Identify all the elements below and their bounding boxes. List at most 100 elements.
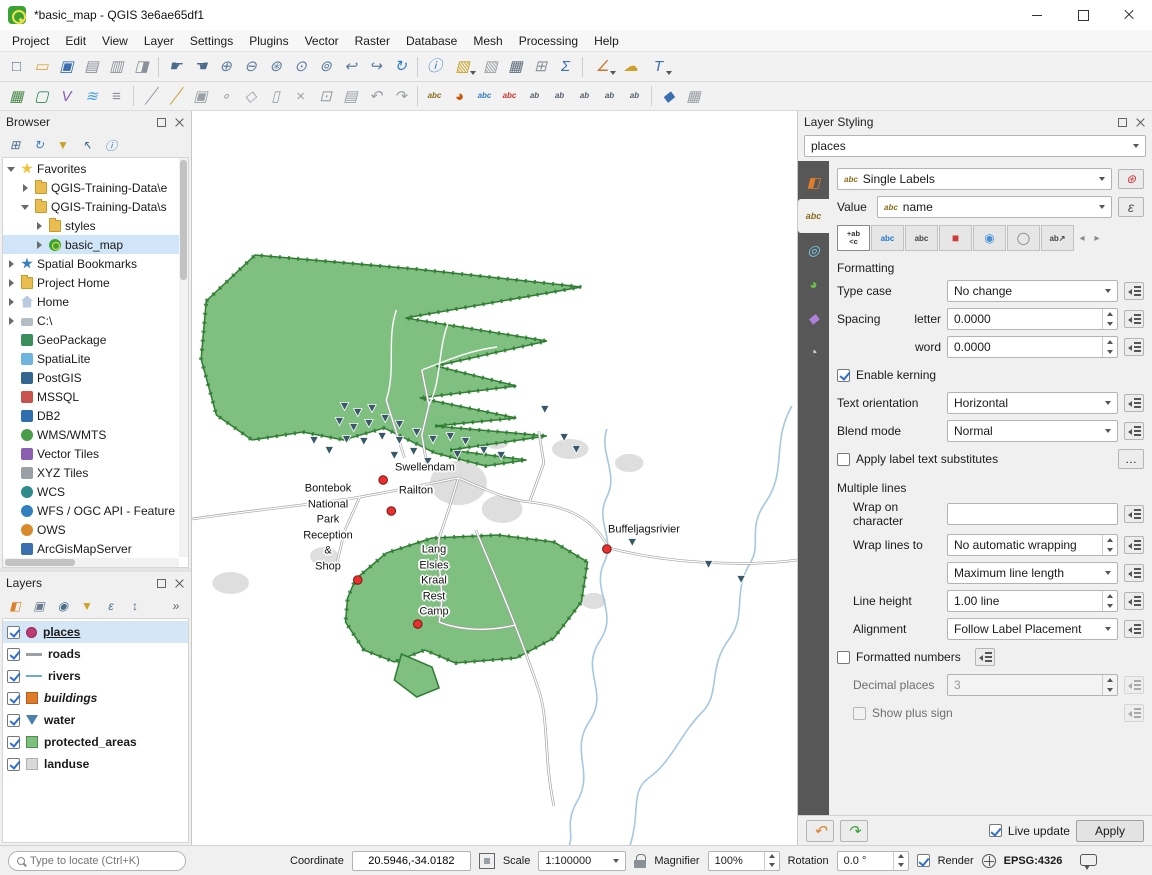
browser-item-ows[interactable]: OWS bbox=[3, 520, 188, 539]
zoom-next-button[interactable]: ↪ bbox=[363, 55, 388, 79]
browser-item-basic-map[interactable]: basic_map bbox=[3, 235, 188, 254]
close-panel-icon[interactable] bbox=[174, 117, 185, 128]
layer-visibility-checkbox[interactable] bbox=[7, 714, 20, 727]
data-defined-override-button[interactable] bbox=[1124, 394, 1144, 412]
layer-visibility-checkbox[interactable] bbox=[7, 758, 20, 771]
expander-icon[interactable] bbox=[7, 259, 17, 269]
delete-selected-button[interactable]: ▯ bbox=[263, 84, 288, 108]
expression-builder-button[interactable]: ε bbox=[1118, 197, 1144, 217]
redo-button[interactable]: ↷ bbox=[388, 84, 413, 108]
undock-panel-icon[interactable] bbox=[157, 118, 166, 127]
layer-labeling-options-button[interactable]: abc bbox=[422, 84, 447, 108]
browser-item-training-data-s[interactable]: QGIS-Training-Data\s bbox=[3, 197, 188, 216]
word-spacing-spinner[interactable]: 0.0000 bbox=[947, 336, 1118, 358]
data-defined-override-button[interactable] bbox=[1124, 620, 1144, 638]
formatted-numbers-checkbox[interactable] bbox=[837, 651, 850, 664]
callouts-tab[interactable]: ◯ bbox=[1007, 225, 1040, 251]
expander-icon[interactable] bbox=[21, 202, 31, 212]
identify-features-button[interactable]: ⓘ bbox=[422, 55, 447, 79]
tab-scroll-right-icon[interactable]: ▸ bbox=[1090, 225, 1104, 251]
layer-row-buildings[interactable]: buildings bbox=[3, 687, 188, 709]
shadow-tab[interactable]: ◉ bbox=[973, 225, 1006, 251]
deselect-features-button[interactable]: ▧ bbox=[478, 55, 503, 79]
styling-layer-selector[interactable]: places bbox=[804, 135, 1146, 157]
browser-item-spatial-bookmarks[interactable]: Spatial Bookmarks bbox=[3, 254, 188, 273]
browser-item-spatialite[interactable]: SpatiaLite bbox=[3, 349, 188, 368]
close-panel-icon[interactable] bbox=[174, 578, 185, 589]
wrap-lines-spinner[interactable]: No automatic wrapping bbox=[947, 534, 1118, 556]
line-height-spinner[interactable]: 1.00 line bbox=[947, 590, 1118, 612]
browser-item-vector-tiles[interactable]: Vector Tiles bbox=[3, 444, 188, 463]
filter-by-expression-button[interactable]: ε bbox=[100, 596, 122, 616]
new-virtual-layer-button[interactable]: ≡ bbox=[104, 84, 129, 108]
symbology-tab[interactable]: ◧ bbox=[798, 165, 829, 199]
history-tab[interactable]: ◔ bbox=[798, 335, 829, 369]
layer-row-protected-areas[interactable]: protected_areas bbox=[3, 731, 188, 753]
data-defined-override-button[interactable] bbox=[1124, 310, 1144, 328]
messages-bubble-icon[interactable] bbox=[1080, 854, 1097, 866]
zoom-last-button[interactable]: ↩ bbox=[338, 55, 363, 79]
enable-kerning-checkbox[interactable] bbox=[837, 369, 850, 382]
manage-map-themes-button[interactable]: ◉ bbox=[52, 596, 74, 616]
open-attribute-table-button[interactable]: ▦ bbox=[503, 55, 528, 79]
spinner-arrows[interactable] bbox=[1102, 337, 1117, 357]
apply-substitutes-checkbox[interactable] bbox=[837, 453, 850, 466]
layer-visibility-checkbox[interactable] bbox=[7, 648, 20, 661]
expander-icon[interactable] bbox=[7, 297, 17, 307]
expander-icon[interactable] bbox=[7, 316, 17, 326]
browser-item-xyz-tiles[interactable]: XYZ Tiles bbox=[3, 463, 188, 482]
layers-overflow-button[interactable]: » bbox=[165, 596, 187, 616]
new-geopackage-layer-button[interactable]: ▢ bbox=[29, 84, 54, 108]
expander-icon[interactable] bbox=[21, 183, 31, 193]
zoom-in-button[interactable]: ⊕ bbox=[213, 55, 238, 79]
browser-collapse-all-button[interactable]: ↖ bbox=[76, 135, 98, 155]
extents-toggle-icon[interactable] bbox=[479, 853, 495, 869]
show-layout-manager-button[interactable]: ▥ bbox=[104, 55, 129, 79]
expander-icon[interactable] bbox=[7, 164, 17, 174]
browser-filter-button[interactable]: ▼ bbox=[52, 135, 74, 155]
menu-raster[interactable]: Raster bbox=[347, 32, 398, 50]
wrap-character-input[interactable] bbox=[947, 503, 1118, 525]
cut-features-button[interactable]: × bbox=[288, 84, 313, 108]
3d-view-tab[interactable]: ◆ bbox=[798, 301, 829, 335]
menu-edit[interactable]: Edit bbox=[57, 32, 94, 50]
browser-item-arcgis-mapserver[interactable]: ArcGisMapServer bbox=[3, 539, 188, 558]
browser-item-favorites[interactable]: Favorites bbox=[3, 159, 188, 178]
layer-visibility-checkbox[interactable] bbox=[7, 626, 20, 639]
filter-legend-button[interactable]: ▼ bbox=[76, 596, 98, 616]
value-expression-selector[interactable]: abc name bbox=[877, 196, 1112, 218]
vertex-tool-button[interactable]: ◇ bbox=[238, 84, 263, 108]
layer-row-landuse[interactable]: landuse bbox=[3, 753, 188, 775]
rotation-spinner[interactable]: 0.0 ° bbox=[837, 851, 909, 871]
browser-vertical-scrollbar[interactable] bbox=[179, 158, 188, 557]
data-defined-override-button[interactable] bbox=[1124, 282, 1144, 300]
data-defined-override-button[interactable] bbox=[1124, 564, 1144, 582]
alignment-selector[interactable]: Follow Label Placement bbox=[947, 618, 1118, 640]
menu-database[interactable]: Database bbox=[398, 32, 465, 50]
browser-item-wms[interactable]: WMS/WMTS bbox=[3, 425, 188, 444]
spinner-arrows[interactable] bbox=[893, 852, 908, 870]
open-layer-styling-button[interactable]: ◧ bbox=[4, 596, 26, 616]
diagrams-tab[interactable]: ◕ bbox=[798, 267, 829, 301]
move-label-button[interactable]: ab bbox=[572, 84, 597, 108]
coordinate-input[interactable] bbox=[359, 855, 464, 867]
copy-features-button[interactable]: ⊡ bbox=[313, 84, 338, 108]
new-shapefile-layer-button[interactable]: V bbox=[54, 84, 79, 108]
zoom-full-button[interactable]: ⊛ bbox=[263, 55, 288, 79]
browser-item-db2[interactable]: DB2 bbox=[3, 406, 188, 425]
save-layer-edits-button[interactable]: ▣ bbox=[188, 84, 213, 108]
undo-button[interactable]: ↶ bbox=[363, 84, 388, 108]
data-defined-override-button[interactable] bbox=[975, 648, 995, 666]
browser-item-mssql[interactable]: MSSQL bbox=[3, 387, 188, 406]
pan-map-button[interactable]: ☛ bbox=[163, 55, 188, 79]
paste-features-button[interactable]: ▤ bbox=[338, 84, 363, 108]
wrap-mode-selector[interactable]: Maximum line length bbox=[947, 562, 1118, 584]
data-defined-override-button[interactable] bbox=[1124, 505, 1144, 523]
change-label-button[interactable]: ab bbox=[622, 84, 647, 108]
text-orientation-selector[interactable]: Horizontal bbox=[947, 392, 1118, 414]
measure-button[interactable]: ∠ bbox=[587, 55, 618, 79]
select-features-button[interactable]: ▧ bbox=[447, 55, 478, 79]
formatting-tab[interactable]: +ab <c bbox=[837, 225, 870, 251]
map-canvas[interactable]: Swellendam Railton Bontebok National Par… bbox=[192, 111, 797, 845]
data-defined-override-button[interactable] bbox=[1124, 338, 1144, 356]
